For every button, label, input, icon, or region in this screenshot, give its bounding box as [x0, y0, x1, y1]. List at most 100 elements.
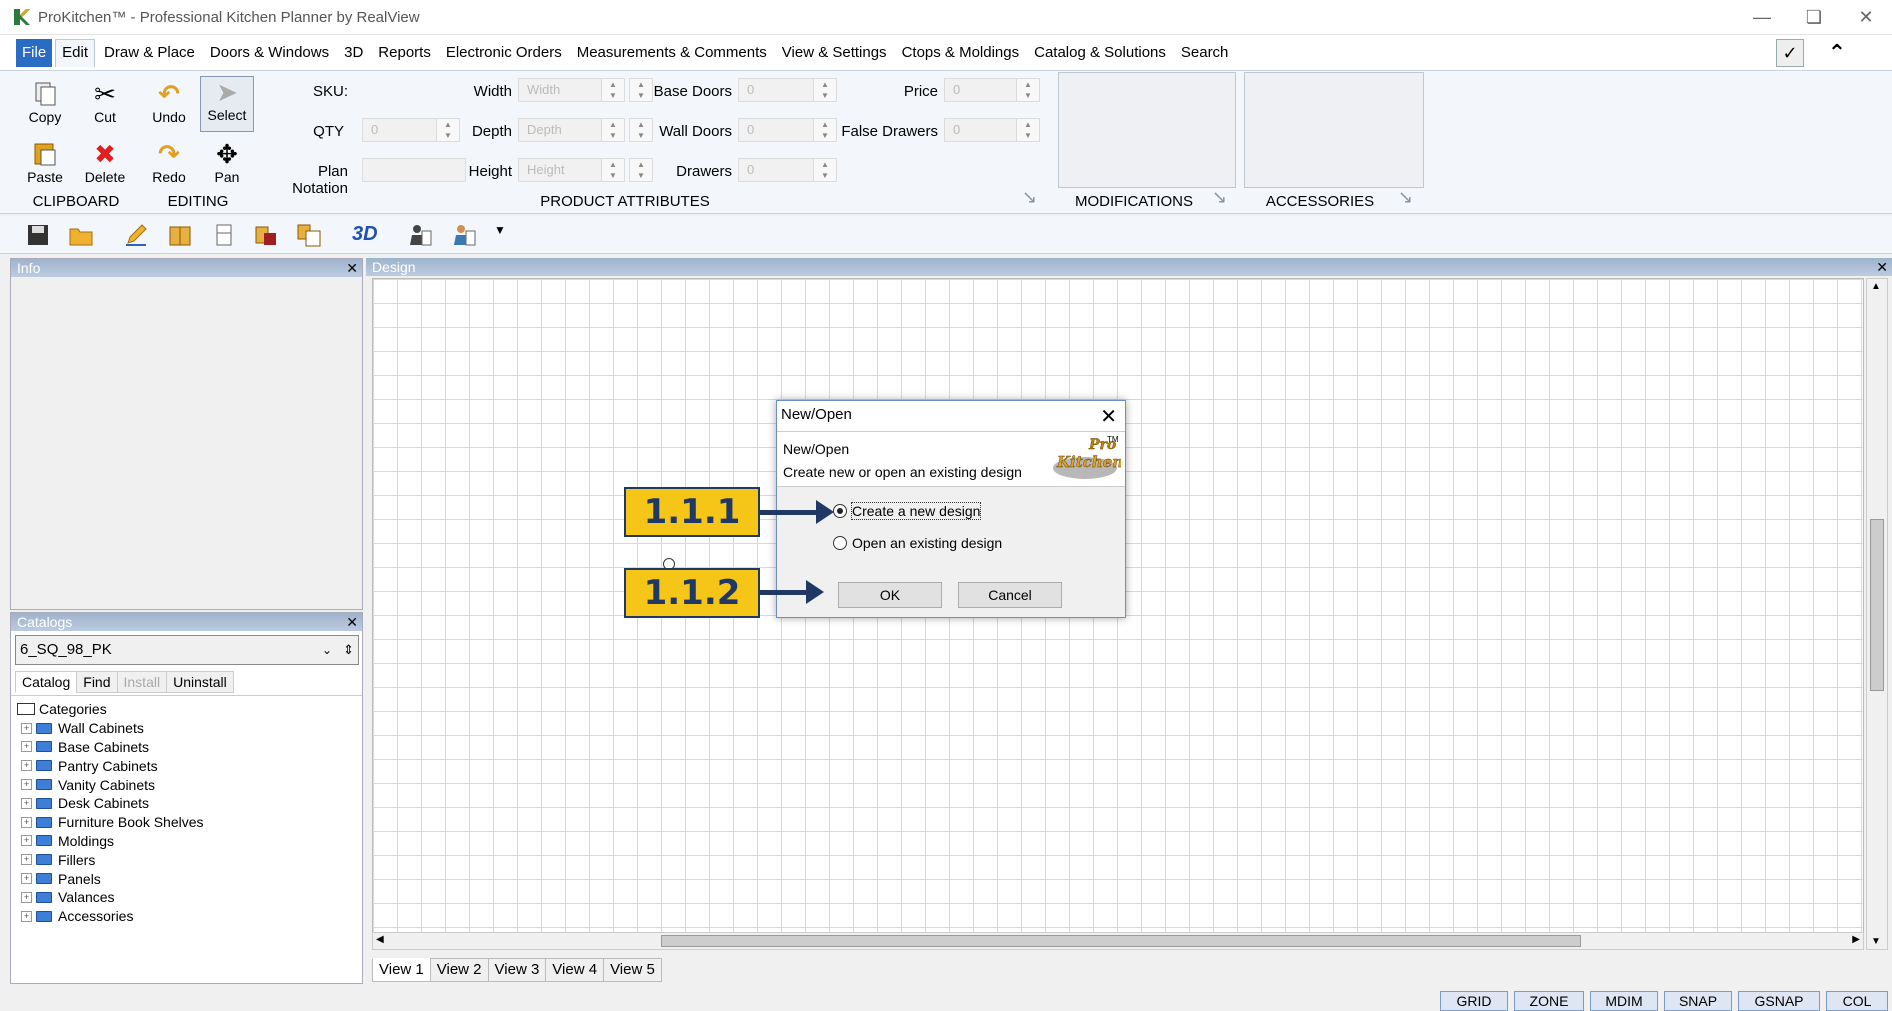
modifications-expand-icon[interactable]: ↘ [1212, 187, 1238, 213]
menu-doors-windows[interactable]: Doors & Windows [204, 39, 335, 67]
designer-info-icon[interactable] [452, 223, 478, 247]
toolbar-more-dropdown-icon[interactable]: ▼ [494, 223, 508, 247]
expand-plus-icon[interactable]: + [21, 797, 32, 809]
menu-3d[interactable]: 3D [338, 39, 369, 67]
accessories-panel[interactable] [1244, 72, 1424, 188]
create-new-design-option[interactable]: Create a new design [833, 502, 982, 520]
expand-plus-icon[interactable]: + [21, 779, 32, 791]
pan-button[interactable]: ✥ Pan [200, 139, 254, 186]
minimize-button[interactable]: — [1736, 0, 1788, 34]
cut-button[interactable]: ✂ Cut [78, 79, 132, 126]
expand-plus-icon[interactable]: + [21, 722, 32, 734]
false-drawers-field[interactable]: 0 [944, 118, 1024, 142]
expand-plus-icon[interactable]: + [21, 816, 32, 828]
tree-item-valances[interactable]: + Valances [11, 888, 362, 907]
expand-plus-icon[interactable]: + [21, 873, 32, 885]
height-spinner-2[interactable]: ▲ ▼ [629, 158, 653, 182]
open-existing-design-option[interactable]: Open an existing design [833, 535, 1002, 551]
3d-view-icon[interactable]: 3D [352, 223, 386, 247]
expand-plus-icon[interactable]: + [21, 835, 32, 847]
vertical-scroll-thumb[interactable] [1870, 519, 1884, 691]
accessories-expand-icon[interactable]: ↘ [1398, 187, 1424, 213]
scroll-up-icon[interactable]: ▲ [1871, 281, 1881, 292]
expand-plus-icon[interactable]: + [21, 741, 32, 753]
menu-file[interactable]: File [16, 39, 53, 67]
base-doors-field[interactable]: 0 [738, 78, 818, 102]
menu-catalog-solutions[interactable]: Catalog & Solutions [1028, 39, 1172, 67]
open-folder-icon[interactable] [68, 223, 94, 247]
height-spinner[interactable]: ▲ ▼ [601, 158, 625, 182]
copy-button[interactable]: Copy [18, 79, 72, 125]
catalog-tab-install[interactable]: Install [116, 671, 168, 693]
status-grid-button[interactable]: GRID [1440, 991, 1508, 1011]
depth-field[interactable]: Depth [518, 118, 602, 142]
tree-item-moldings[interactable]: + Moldings [11, 832, 362, 851]
expand-plus-icon[interactable]: + [21, 854, 32, 866]
modifications-panel[interactable] [1058, 72, 1236, 188]
tree-root-categories[interactable]: Categories [11, 700, 362, 719]
menu-edit[interactable]: Edit [55, 39, 96, 67]
tree-item-base-cabinets[interactable]: + Base Cabinets [11, 738, 362, 757]
menu-search[interactable]: Search [1175, 39, 1235, 67]
catalogs-panel-close-icon[interactable]: ✕ [346, 613, 358, 631]
expand-plus-icon[interactable]: + [21, 910, 32, 922]
menu-reports[interactable]: Reports [372, 39, 437, 67]
base-cabinet-icon[interactable] [168, 223, 194, 247]
catalog-tab-find[interactable]: Find [76, 671, 118, 693]
tree-item-panels[interactable]: + Panels [11, 869, 362, 888]
dialog-close-icon[interactable]: ✕ [1100, 403, 1117, 431]
tree-item-furniture-book-shelves[interactable]: + Furniture Book Shelves [11, 813, 362, 832]
cancel-button[interactable]: Cancel [958, 582, 1062, 608]
depth-spinner-2[interactable]: ▲ ▼ [629, 118, 653, 142]
drawers-spinner[interactable]: ▲ ▼ [813, 158, 837, 182]
redo-button[interactable]: ↷ Redo [142, 139, 196, 186]
tree-item-wall-cabinets[interactable]: + Wall Cabinets [11, 719, 362, 738]
price-spinner[interactable]: ▲ ▼ [1016, 78, 1040, 102]
catalog-select[interactable]: 6_SQ_98_PK ⌄ ⇕ [15, 635, 359, 665]
customer-info-icon[interactable] [408, 223, 434, 247]
status-col-button[interactable]: COL [1826, 991, 1888, 1011]
drawers-field[interactable]: 0 [738, 158, 818, 182]
expand-plus-icon[interactable]: + [21, 760, 32, 772]
width-spinner-2[interactable]: ▲ ▼ [629, 78, 653, 102]
status-zone-button[interactable]: ZONE [1514, 991, 1584, 1011]
status-mdim-button[interactable]: MDIM [1590, 991, 1658, 1011]
vertical-scrollbar[interactable]: ▲ ▼ [1866, 278, 1888, 950]
pin-icon[interactable]: ⇕ [343, 636, 354, 664]
width-spinner[interactable]: ▲ ▼ [601, 78, 625, 102]
undo-button[interactable]: ↶ Undo [142, 79, 196, 126]
menu-measurements-comments[interactable]: Measurements & Comments [571, 39, 773, 67]
tree-item-fillers[interactable]: + Fillers [11, 850, 362, 869]
catalog-tab-uninstall[interactable]: Uninstall [166, 671, 234, 693]
wall-doors-spinner[interactable]: ▲ ▼ [813, 118, 837, 142]
info-panel-close-icon[interactable]: ✕ [346, 259, 358, 277]
qty-field[interactable]: 0 [362, 118, 446, 142]
expand-plus-icon[interactable]: + [21, 891, 32, 903]
scroll-right-icon[interactable]: ▶ [1852, 934, 1860, 945]
menu-view-settings[interactable]: View & Settings [776, 39, 893, 67]
status-snap-button[interactable]: SNAP [1664, 991, 1732, 1011]
close-window-button[interactable]: ✕ [1840, 0, 1892, 34]
tall-cabinet-icon[interactable] [212, 223, 238, 247]
tree-item-vanity-cabinets[interactable]: + Vanity Cabinets [11, 775, 362, 794]
view-tab-1[interactable]: View 1 [372, 958, 431, 982]
view-tab-2[interactable]: View 2 [429, 958, 489, 982]
horizontal-scroll-thumb[interactable] [661, 935, 1581, 947]
product-attributes-expand-icon[interactable]: ↘ [1022, 187, 1048, 213]
tree-item-pantry-cabinets[interactable]: + Pantry Cabinets [11, 756, 362, 775]
horizontal-scrollbar[interactable]: ◀ ▶ [372, 932, 1864, 950]
view-tab-3[interactable]: View 3 [487, 958, 547, 982]
collapse-ribbon-button[interactable]: ⌃ [1822, 39, 1852, 67]
price-field[interactable]: 0 [944, 78, 1024, 102]
save-icon[interactable] [26, 223, 52, 247]
base-doors-spinner[interactable]: ▲ ▼ [813, 78, 837, 102]
view-tab-4[interactable]: View 4 [545, 958, 605, 982]
tree-item-accessories[interactable]: + Accessories [11, 907, 362, 926]
qty-spinner[interactable]: ▲ ▼ [436, 118, 460, 142]
pencil-icon[interactable] [124, 223, 150, 247]
tree-item-desk-cabinets[interactable]: + Desk Cabinets [11, 794, 362, 813]
paste-button[interactable]: Paste [18, 139, 72, 185]
restore-button[interactable]: ❏ [1788, 0, 1840, 34]
menu-electronic-orders[interactable]: Electronic Orders [440, 39, 568, 67]
height-field[interactable]: Height [518, 158, 602, 182]
